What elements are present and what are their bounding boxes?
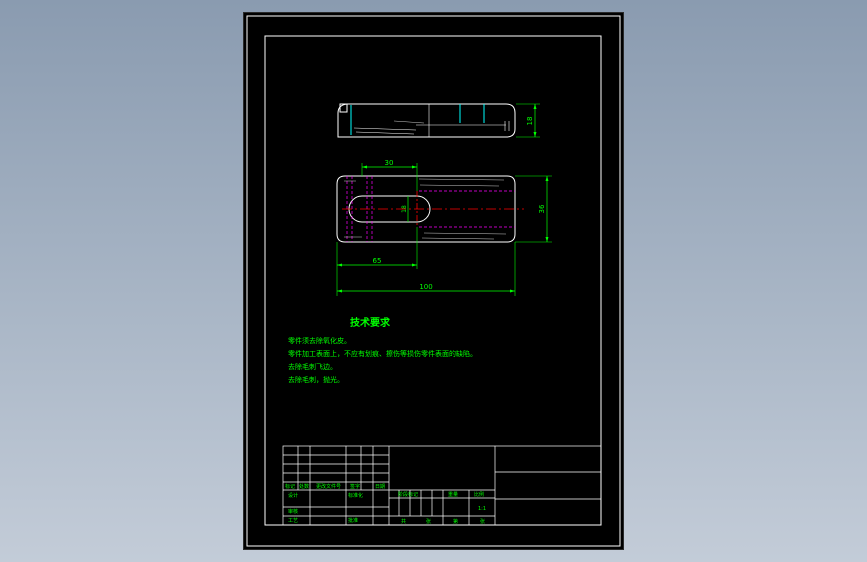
- slot-offset-dimension: 30: [385, 159, 394, 167]
- note-item: 去除毛刺飞边。: [288, 362, 337, 371]
- mark-label: 标记: [285, 483, 295, 490]
- note-item: 零件须去除氧化皮。: [288, 336, 351, 345]
- review-label: 审核: [288, 508, 298, 515]
- standard-label: 标准化: [348, 492, 363, 499]
- sheet-label: 张: [426, 518, 431, 525]
- title-block-text: 标记 处数 更改文件号 签字 日期 设计 标准化 审核 工艺 批准 阶段标记 重…: [285, 483, 486, 525]
- sign-label: 签字: [350, 483, 360, 490]
- drawing-sheet: 18 30 18 36 65 100 技术要求 零件须去除氧化皮。 零件加工表面…: [244, 13, 623, 549]
- design-label: 设计: [288, 492, 298, 499]
- sheet-total-label: 共: [401, 518, 406, 525]
- width-dimension: 36: [538, 204, 546, 213]
- notes-title: 技术要求: [350, 316, 391, 329]
- approve-label: 批准: [348, 517, 358, 524]
- page-label: 第: [453, 518, 458, 525]
- process-label: 工艺: [288, 518, 298, 524]
- slot-length-dimension: 65: [373, 257, 382, 265]
- stage-label: 阶段标记: [398, 491, 418, 498]
- overall-length-dimension: 100: [419, 283, 432, 291]
- outer-frame: [246, 15, 621, 547]
- technical-notes: 技术要求 零件须去除氧化皮。 零件加工表面上，不应有划痕、擦伤等损伤零件表面的缺…: [288, 316, 477, 384]
- thickness-dimension: 18: [526, 117, 534, 126]
- cad-drawing: 18 30 18 36 65 100 技术要求 零件须去除氧化皮。 零件加工表面…: [246, 15, 621, 547]
- date-label: 日期: [375, 484, 385, 490]
- page-sheet-label: 张: [480, 518, 485, 525]
- scale-value: 1:1: [478, 506, 486, 512]
- slot-width-dimension: 18: [401, 205, 408, 213]
- change-doc-label: 更改文件号: [316, 483, 341, 490]
- inner-frame: [264, 35, 602, 526]
- note-item: 零件加工表面上，不应有划痕、擦伤等损伤零件表面的缺陷。: [288, 349, 477, 358]
- side-view: 18: [337, 103, 540, 138]
- weight-label: 重量: [448, 491, 458, 498]
- top-view: 30 18 36 65 100: [336, 159, 552, 296]
- scale-label: 比例: [474, 491, 484, 498]
- note-item: 去除毛刺，抛光。: [288, 375, 344, 384]
- count-label: 处数: [299, 483, 309, 490]
